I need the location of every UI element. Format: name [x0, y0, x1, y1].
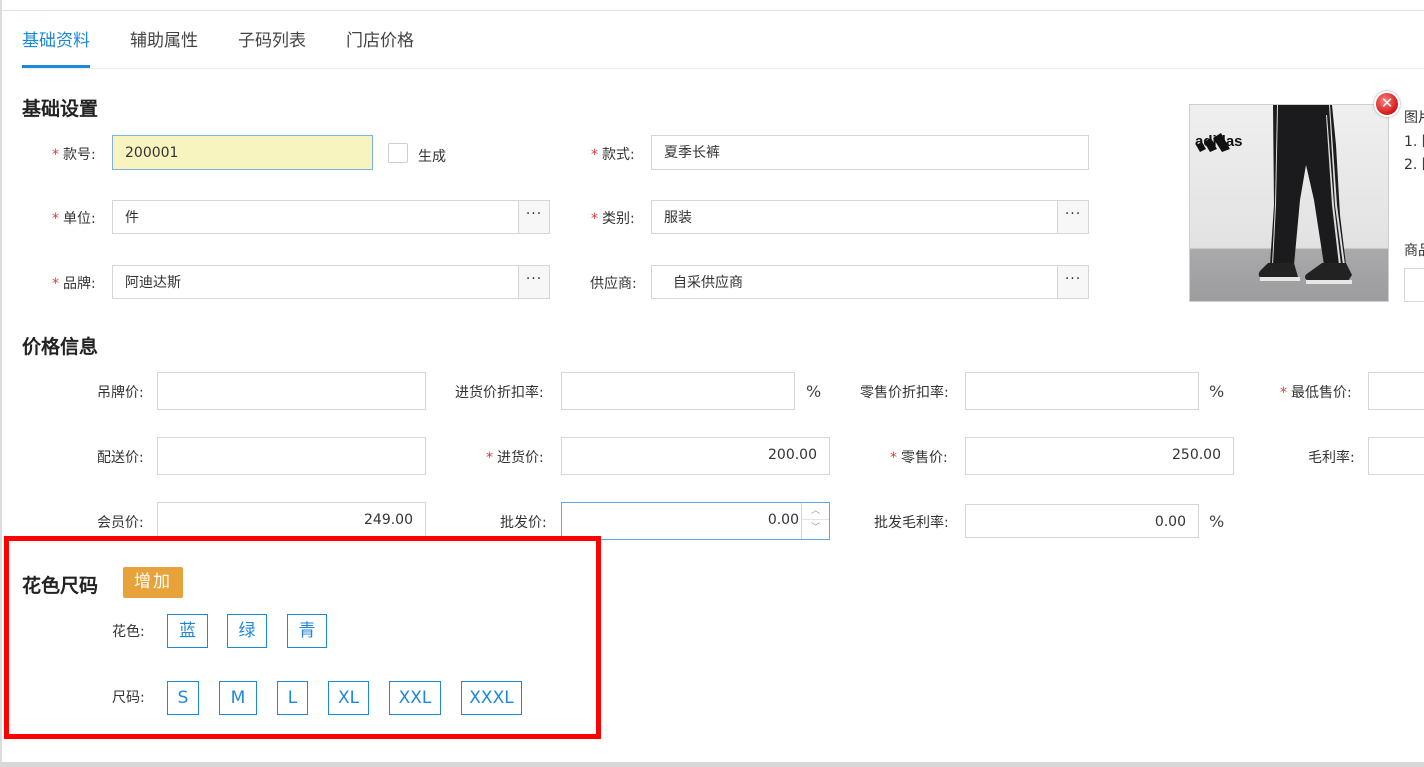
required-mark: *	[1280, 385, 1287, 401]
top-divider	[2, 10, 1424, 11]
unit-label: * 单位:	[52, 211, 96, 227]
generate-checkbox[interactable]	[388, 143, 408, 163]
min-price-label: * 最低售价:	[1280, 385, 1352, 401]
price-info-title: 价格信息	[22, 336, 99, 358]
delivery-price-input[interactable]	[157, 437, 426, 475]
required-mark: *	[890, 450, 897, 466]
bottom-bar	[0, 762, 1424, 767]
goods-input[interactable]	[1404, 268, 1424, 302]
style-label: * 款式:	[591, 147, 635, 163]
style-no-input[interactable]: 200001	[112, 135, 373, 170]
supplier-label: 供应商:	[590, 276, 637, 292]
stepper-down-icon[interactable]: ﹀	[802, 520, 829, 537]
tag-price-label: 吊牌价:	[97, 385, 144, 401]
purchase-discount-label: 进货价折扣率:	[455, 385, 544, 401]
product-photo: adidas	[1190, 105, 1388, 301]
brand-label: * 品牌:	[52, 276, 96, 292]
wholesale-price-stepper[interactable]: ︿ ﹀	[801, 503, 829, 539]
tab-bar: 基础资料 辅助属性 子码列表 门店价格	[22, 24, 454, 68]
supplier-input[interactable]: 自采供应商	[651, 265, 1059, 299]
retail-price-label: * 零售价:	[890, 450, 948, 466]
wholesale-price-input[interactable]: 0.00	[561, 502, 830, 540]
required-mark: *	[52, 276, 59, 292]
tab-store-prices[interactable]: 门店价格	[346, 24, 414, 68]
category-browse-button[interactable]: ···	[1057, 200, 1089, 234]
highlight-box	[4, 536, 601, 739]
wholesale-margin-label: 批发毛利率:	[874, 515, 949, 531]
required-mark: *	[52, 211, 59, 227]
tab-basic-info[interactable]: 基础资料	[22, 24, 90, 68]
svg-text:adidas: adidas	[1195, 133, 1243, 150]
style-no-label: * 款号:	[52, 147, 96, 163]
stepper-up-icon[interactable]: ︿	[802, 503, 829, 520]
product-edit-page: 基础资料 辅助属性 子码列表 门店价格 基础设置 * 款号: 200001 生成 …	[0, 0, 1424, 762]
tab-aux-attributes[interactable]: 辅助属性	[130, 24, 198, 68]
supplier-browse-button[interactable]: ···	[1057, 265, 1089, 299]
tag-price-input[interactable]	[157, 372, 426, 410]
unit-browse-button[interactable]: ···	[518, 200, 550, 234]
goods-label: 商品	[1404, 243, 1424, 259]
tabs-divider	[22, 68, 1424, 69]
retail-discount-label: 零售价折扣率:	[860, 385, 949, 401]
wholesale-margin-percent: %	[1209, 512, 1225, 531]
image-hint-title: 图片	[1404, 110, 1424, 126]
category-label: * 类别:	[591, 211, 635, 227]
image-hint-line-2: 2. 图	[1404, 157, 1424, 173]
gross-margin-label: 毛利率:	[1308, 450, 1355, 466]
style-input[interactable]: 夏季长裤	[651, 135, 1089, 170]
delivery-price-label: 配送价:	[97, 450, 144, 466]
purchase-price-input[interactable]: 200.00	[561, 437, 830, 475]
min-price-input[interactable]	[1368, 372, 1424, 410]
required-mark: *	[591, 147, 598, 163]
product-image[interactable]: adidas	[1189, 104, 1389, 302]
required-mark: *	[486, 450, 493, 466]
wholesale-price-label: 批发价:	[500, 515, 547, 531]
category-input[interactable]: 服装	[651, 200, 1059, 234]
purchase-discount-percent: %	[806, 382, 822, 401]
tab-sub-code-list[interactable]: 子码列表	[238, 24, 306, 68]
member-price-input[interactable]: 249.00	[157, 502, 426, 540]
wholesale-margin-input[interactable]: 0.00	[965, 504, 1199, 538]
image-hint-line-1: 1. 图	[1404, 134, 1424, 150]
retail-discount-percent: %	[1209, 382, 1225, 401]
brand-browse-button[interactable]: ···	[518, 265, 550, 299]
purchase-price-label: * 进货价:	[486, 450, 544, 466]
required-mark: *	[52, 147, 59, 163]
brand-input[interactable]: 阿迪达斯	[112, 265, 520, 299]
retail-discount-input[interactable]	[965, 372, 1199, 410]
basic-settings-title: 基础设置	[22, 98, 99, 120]
required-mark: *	[591, 211, 598, 227]
purchase-discount-input[interactable]	[561, 372, 795, 410]
remove-image-icon[interactable]: ✕	[1374, 91, 1400, 117]
unit-input[interactable]: 件	[112, 200, 520, 234]
gross-margin-input[interactable]	[1368, 437, 1424, 475]
generate-label: 生成	[418, 149, 446, 165]
retail-price-input[interactable]: 250.00	[965, 437, 1234, 475]
member-price-label: 会员价:	[97, 515, 144, 531]
